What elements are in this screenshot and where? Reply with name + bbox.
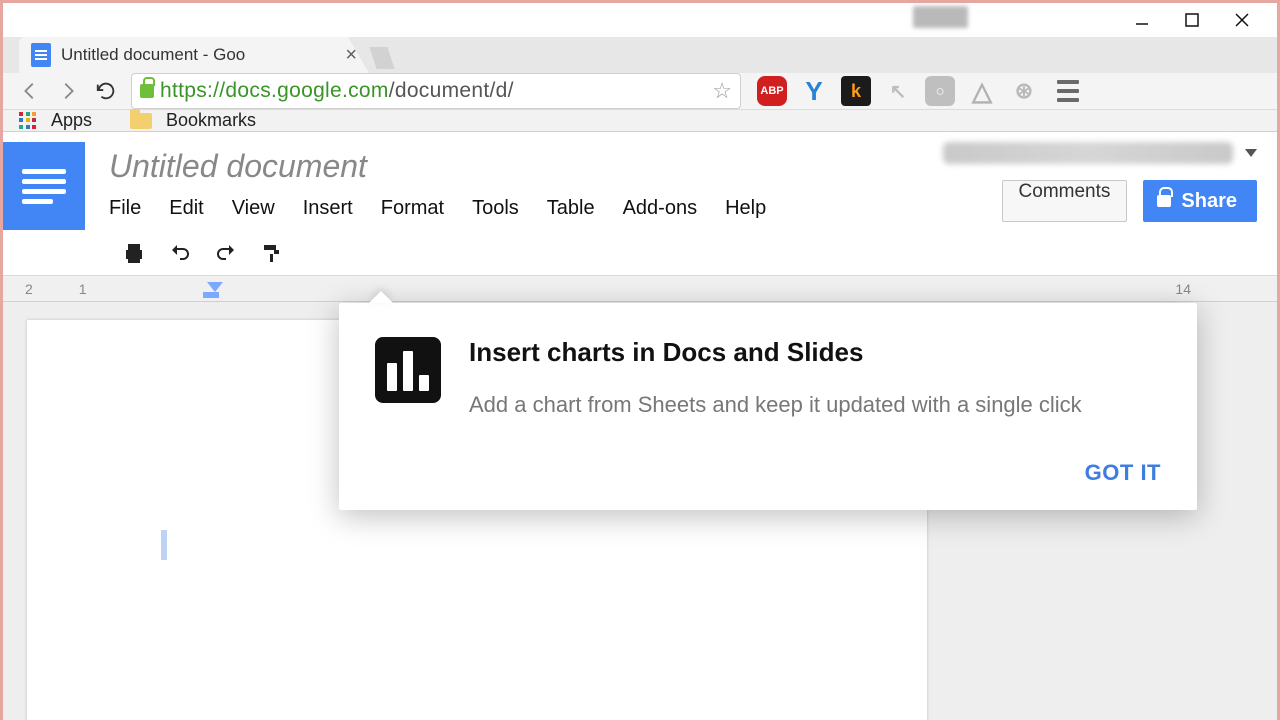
- feature-popup: Insert charts in Docs and Slides Add a c…: [339, 303, 1197, 510]
- blurred-region: [913, 6, 968, 28]
- menu-file[interactable]: File: [109, 197, 141, 220]
- got-it-button[interactable]: GOT IT: [1085, 460, 1161, 486]
- bar-chart-icon: [375, 337, 441, 403]
- forward-button[interactable]: [55, 78, 81, 104]
- docs-toolbar: [3, 230, 1277, 276]
- menu-help[interactable]: Help: [725, 197, 766, 220]
- menu-view[interactable]: View: [232, 197, 275, 220]
- menu-format[interactable]: Format: [381, 197, 444, 220]
- url-path: /document/d/: [389, 79, 514, 102]
- extension-icon[interactable]: △: [967, 76, 997, 106]
- extension-icon[interactable]: Y: [799, 76, 829, 106]
- ruler-mark: 2: [25, 281, 33, 297]
- menu-tools[interactable]: Tools: [472, 197, 519, 220]
- popup-description: Add a chart from Sheets and keep it upda…: [469, 388, 1161, 422]
- tab-close-button[interactable]: ×: [345, 44, 357, 67]
- chrome-window: Untitled document - Goo × https://docs.g…: [0, 0, 1280, 720]
- url-scheme: https: [160, 79, 207, 102]
- header-actions: Comments Share: [1002, 180, 1257, 222]
- paint-format-button[interactable]: [257, 238, 287, 268]
- back-button[interactable]: [17, 78, 43, 104]
- extension-row: ABP Y k ↖ ○ △ ⊛: [757, 76, 1083, 106]
- print-button[interactable]: [119, 238, 149, 268]
- browser-nav-bar: https://docs.google.com/document/d/ ☆ AB…: [3, 73, 1277, 110]
- adblock-extension-icon[interactable]: ABP: [757, 76, 787, 106]
- lock-icon: [140, 84, 154, 98]
- reload-button[interactable]: [93, 78, 119, 104]
- apps-label[interactable]: Apps: [51, 110, 92, 131]
- apps-icon[interactable]: [19, 112, 37, 130]
- new-tab-button[interactable]: [369, 47, 394, 69]
- lock-icon: [1157, 195, 1171, 207]
- menu-edit[interactable]: Edit: [169, 197, 203, 220]
- indent-marker-icon[interactable]: [207, 282, 223, 292]
- window-close-button[interactable]: [1217, 3, 1267, 37]
- ruler-mark: 1: [79, 281, 87, 297]
- chrome-menu-button[interactable]: [1057, 80, 1079, 102]
- extension-icon[interactable]: k: [841, 76, 871, 106]
- tab-title: Untitled document - Goo: [61, 45, 245, 65]
- docs-logo-icon[interactable]: [3, 142, 85, 230]
- window-maximize-button[interactable]: [1167, 3, 1217, 37]
- docs-header: Untitled document File Edit View Insert …: [3, 132, 1277, 230]
- ruler-mark: 14: [1175, 281, 1191, 297]
- folder-icon[interactable]: [130, 113, 152, 129]
- window-minimize-button[interactable]: [1117, 3, 1167, 37]
- window-title-bar: [3, 3, 1277, 37]
- redo-button[interactable]: [211, 238, 241, 268]
- account-area[interactable]: [943, 142, 1257, 164]
- tab-strip: Untitled document - Goo ×: [3, 37, 1277, 73]
- extension-icon[interactable]: ○: [925, 76, 955, 106]
- user-email-blurred: [943, 142, 1233, 164]
- indent-marker-base-icon[interactable]: [203, 292, 219, 298]
- docs-favicon-icon: [31, 43, 51, 67]
- extension-icon[interactable]: ↖: [883, 76, 913, 106]
- browser-tab[interactable]: Untitled document - Goo ×: [19, 37, 369, 73]
- bookmarks-folder-label[interactable]: Bookmarks: [166, 110, 256, 131]
- share-button[interactable]: Share: [1143, 180, 1257, 222]
- ruler[interactable]: 2 1 14: [3, 276, 1277, 302]
- bookmarks-bar: Apps Bookmarks: [3, 110, 1277, 132]
- extension-icon[interactable]: ⊛: [1009, 76, 1039, 106]
- url-text: https://docs.google.com/document/d/: [160, 79, 514, 103]
- bookmark-star-icon[interactable]: ☆: [712, 78, 732, 104]
- text-cursor: [161, 530, 167, 560]
- undo-button[interactable]: [165, 238, 195, 268]
- menu-addons[interactable]: Add-ons: [623, 197, 698, 220]
- menu-insert[interactable]: Insert: [303, 197, 353, 220]
- address-bar[interactable]: https://docs.google.com/document/d/ ☆: [131, 73, 741, 109]
- menu-table[interactable]: Table: [547, 197, 595, 220]
- url-host: ://docs.google.com: [207, 79, 389, 102]
- popup-title: Insert charts in Docs and Slides: [469, 337, 1161, 368]
- account-dropdown-caret-icon[interactable]: [1245, 149, 1257, 157]
- comments-button[interactable]: Comments: [1002, 180, 1128, 222]
